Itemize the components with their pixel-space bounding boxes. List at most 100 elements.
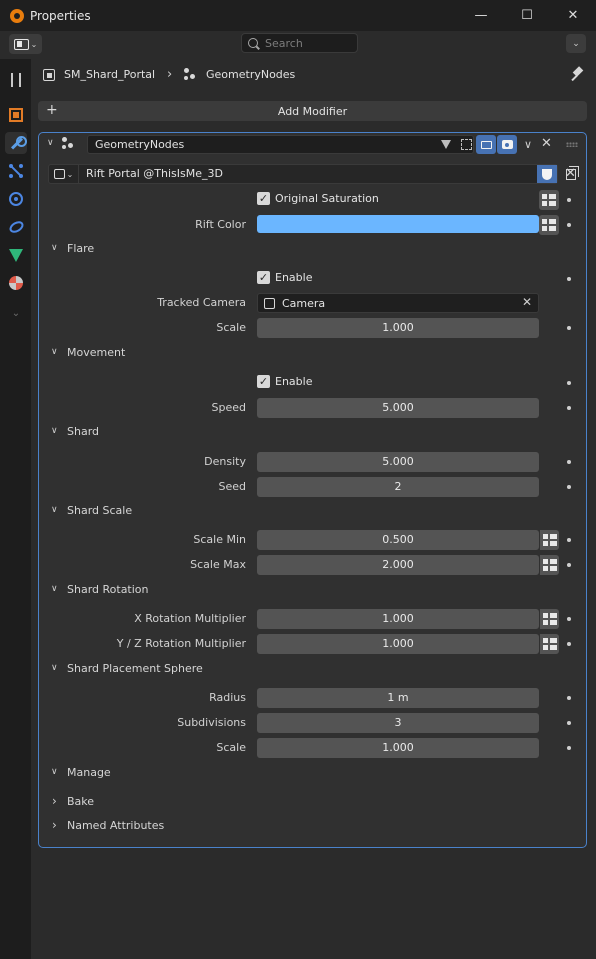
node-group-browse[interactable]: ⌄ [49, 165, 79, 183]
keyframe-dot[interactable] [567, 485, 571, 489]
keyframe-dot[interactable] [567, 406, 571, 410]
scale-min-row: Scale Min 0.500 [39, 529, 586, 551]
named-attributes-section-header[interactable]: › Named Attributes [39, 815, 586, 837]
mesh-data-icon [9, 248, 23, 262]
minimize-button[interactable]: — [458, 0, 504, 31]
flare-section-header[interactable]: ∨ Flare [39, 238, 586, 260]
keyframe-dot[interactable] [567, 721, 571, 725]
pin-icon[interactable] [570, 67, 584, 81]
chevron-down-icon: ⌄ [11, 307, 21, 319]
keyframe-dot[interactable] [567, 277, 571, 281]
tracked-camera-value: Camera [282, 297, 326, 310]
render-toggle[interactable] [497, 135, 517, 154]
yz-rotation-field[interactable]: 1.000 [257, 634, 539, 654]
options-dropdown-button[interactable]: ⌄ [566, 34, 586, 53]
flare-enable-checkbox[interactable]: ✓ Enable [257, 271, 312, 284]
chevron-down-icon: ∨ [523, 138, 533, 151]
shard-rotation-section-header[interactable]: ∨ Shard Rotation [39, 579, 586, 601]
shard-title: Shard [67, 425, 100, 438]
search-input[interactable]: Search [241, 33, 358, 53]
tab-physics[interactable] [5, 188, 27, 210]
breadcrumb-object: SM_Shard_Portal [64, 68, 156, 81]
flare-scale-field[interactable]: 1.000 [257, 318, 539, 338]
placement-section-header[interactable]: ∨ Shard Placement Sphere [39, 658, 586, 680]
attribute-toggle-button[interactable] [539, 609, 559, 629]
movement-enable-checkbox[interactable]: ✓ Enable [257, 375, 312, 388]
monitor-icon [480, 140, 492, 149]
keyframe-dot[interactable] [567, 381, 571, 385]
keyframe-dot[interactable] [567, 642, 571, 646]
keyframe-dot[interactable] [567, 696, 571, 700]
tool-icon [11, 73, 21, 87]
modifier-menu-button[interactable]: ∨ [518, 135, 538, 154]
remove-modifier-icon[interactable]: ✕ [541, 136, 552, 151]
cage-toggle[interactable] [456, 135, 476, 154]
seed-field[interactable]: 2 [257, 477, 539, 497]
attribute-toggle-button[interactable] [539, 190, 559, 210]
camera-icon [501, 140, 513, 149]
attribute-toggle-button[interactable] [539, 634, 559, 654]
tab-constraints[interactable] [5, 216, 27, 238]
tab-data[interactable] [5, 244, 27, 266]
attribute-toggle-button[interactable] [539, 530, 559, 550]
tracked-camera-field[interactable]: Camera ✕ [257, 293, 539, 313]
add-modifier-button[interactable]: + Add Modifier [38, 101, 587, 121]
modifier-name-field[interactable]: GeometryNodes [87, 135, 474, 154]
attribute-icon [542, 638, 557, 650]
viewport-toggle[interactable] [476, 135, 496, 154]
radius-field[interactable]: 1 m [257, 688, 539, 708]
drag-grip-icon[interactable] [566, 142, 578, 147]
shard-section-header[interactable]: ∨ Shard [39, 421, 586, 443]
subdivisions-field[interactable]: 3 [257, 713, 539, 733]
chevron-right-icon: › [167, 67, 173, 82]
unlink-node-group-icon[interactable]: ✕ [565, 166, 576, 181]
keyframe-dot[interactable] [567, 617, 571, 621]
placement-scale-field[interactable]: 1.000 [257, 738, 539, 758]
tab-particles[interactable] [5, 160, 27, 182]
tab-material[interactable] [5, 272, 27, 294]
editor-type-dropdown[interactable]: ⌄ [9, 34, 42, 54]
keyframe-dot[interactable] [567, 460, 571, 464]
scale-max-field[interactable]: 2.000 [257, 555, 539, 575]
tab-more[interactable]: ⌄ [5, 302, 27, 324]
keyframe-dot[interactable] [567, 223, 571, 227]
speed-field[interactable]: 5.000 [257, 398, 539, 418]
density-field[interactable]: 5.000 [257, 452, 539, 472]
checkmark-icon: ✓ [257, 271, 270, 284]
maximize-button[interactable]: ☐ [504, 0, 550, 31]
shard-scale-section-header[interactable]: ∨ Shard Scale [39, 500, 586, 522]
chevron-down-icon: ∨ [51, 243, 58, 253]
geometry-nodes-icon [62, 137, 76, 151]
keyframe-dot[interactable] [567, 198, 571, 202]
flare-scale-label: Scale [216, 321, 246, 334]
keyframe-dot[interactable] [567, 538, 571, 542]
fake-user-toggle[interactable] [537, 165, 557, 183]
subdivisions-row: Subdivisions 3 [39, 712, 586, 734]
attribute-toggle-button[interactable] [539, 555, 559, 575]
keyframe-dot[interactable] [567, 326, 571, 330]
tab-modifiers[interactable] [5, 132, 27, 154]
keyframe-dot[interactable] [567, 746, 571, 750]
speed-row: Speed 5.000 [39, 397, 586, 419]
clear-icon[interactable]: ✕ [522, 295, 532, 309]
yz-rotation-row: Y / Z Rotation Multiplier 1.000 [39, 633, 586, 655]
density-label: Density [204, 455, 246, 468]
material-icon [9, 276, 23, 290]
attribute-toggle-button[interactable] [539, 215, 559, 235]
close-window-button[interactable]: ✕ [550, 0, 596, 31]
x-rotation-field[interactable]: 1.000 [257, 609, 539, 629]
keyframe-dot[interactable] [567, 563, 571, 567]
chevron-down-icon[interactable]: ∨ [47, 138, 54, 148]
bake-section-header[interactable]: › Bake [39, 791, 586, 813]
rift-color-swatch[interactable] [257, 215, 539, 233]
movement-section-header[interactable]: ∨ Movement [39, 342, 586, 364]
edit-mode-toggle[interactable] [436, 135, 456, 154]
tab-object[interactable] [5, 104, 27, 126]
chevron-down-icon: ⌄ [30, 39, 38, 49]
scale-min-field[interactable]: 0.500 [257, 530, 539, 550]
node-group-selector[interactable]: ⌄ Rift Portal @ThisIsMe_3D [48, 164, 558, 184]
original-saturation-checkbox[interactable]: ✓ Original Saturation [257, 192, 379, 205]
attribute-icon [542, 534, 557, 546]
manage-section-header[interactable]: ∨ Manage [39, 762, 586, 784]
tab-tool[interactable] [5, 69, 27, 91]
